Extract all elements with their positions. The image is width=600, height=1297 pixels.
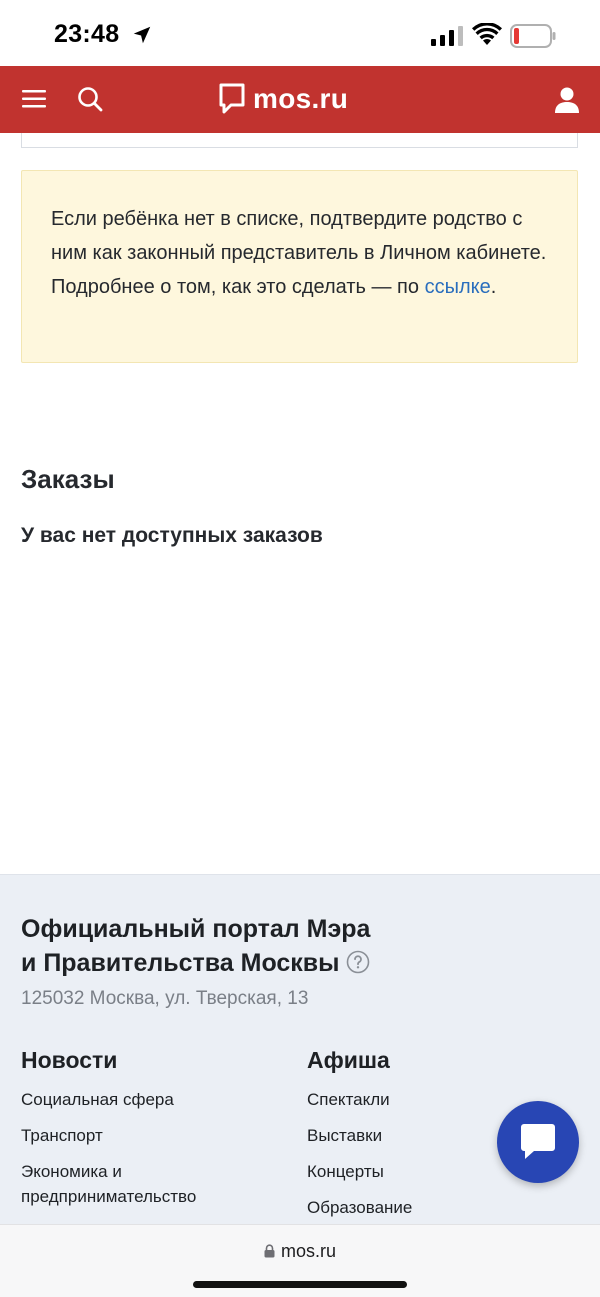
- news-heading[interactable]: Новости: [21, 1047, 291, 1074]
- status-time: 23:48: [54, 20, 120, 48]
- search-icon[interactable]: [76, 85, 104, 113]
- wifi-icon: [472, 23, 502, 45]
- address-bar[interactable]: mos.ru: [0, 1241, 600, 1262]
- status-bar: 23:48: [0, 0, 600, 66]
- url-text: mos.ru: [280, 1241, 336, 1261]
- notice-link[interactable]: ссылке: [425, 276, 491, 298]
- child-notice: Если ребёнка нет в списке, подтвердите р…: [21, 170, 578, 363]
- chat-bubble-logo-icon: [219, 83, 245, 114]
- news-link-transport[interactable]: Транспорт: [21, 1123, 291, 1148]
- help-question-icon[interactable]: [346, 950, 370, 974]
- footer-address: 125032 Москва, ул. Тверская, 13: [21, 988, 309, 1009]
- footer-afisha-column: Афиша Спектакли Выставки Концерты Образо…: [307, 1047, 507, 1231]
- site-header: mos.ru: [0, 66, 600, 133]
- orders-empty-message: У вас нет доступных заказов: [21, 524, 323, 547]
- user-icon[interactable]: [554, 86, 580, 114]
- browser-bottom-bar: mos.ru: [0, 1224, 600, 1297]
- afisha-link-exhibitions[interactable]: Выставки: [307, 1123, 507, 1148]
- battery-low-icon: [510, 24, 556, 48]
- notice-text-end: .: [490, 276, 497, 298]
- home-indicator: [193, 1281, 407, 1288]
- notice-text: Если ребёнка нет в списке, подтвердите р…: [51, 202, 547, 304]
- lock-icon: [264, 1244, 275, 1258]
- logo-text: mos.ru: [253, 83, 349, 114]
- site-logo[interactable]: mos.ru: [219, 80, 348, 118]
- chat-icon: [521, 1124, 555, 1159]
- footer-title: Официальный портал Мэра и Правительства …: [21, 912, 441, 980]
- afisha-heading[interactable]: Афиша: [307, 1047, 507, 1074]
- hamburger-menu-icon[interactable]: [20, 86, 48, 112]
- orders-title: Заказы: [21, 464, 115, 494]
- afisha-link-plays[interactable]: Спектакли: [307, 1087, 507, 1112]
- footer-news-column: Новости Социальная сфера Транспорт Эконо…: [21, 1047, 291, 1220]
- previous-card-bottom: [21, 133, 578, 148]
- footer-title-line1: Официальный портал Мэра: [21, 915, 371, 943]
- afisha-link-education[interactable]: Образование: [307, 1195, 507, 1220]
- location-arrow-icon: [133, 26, 151, 44]
- afisha-link-concerts[interactable]: Концерты: [307, 1159, 507, 1184]
- news-link-social[interactable]: Социальная сфера: [21, 1087, 291, 1112]
- cellular-signal-icon: [431, 26, 463, 46]
- chat-button[interactable]: [497, 1101, 579, 1183]
- news-link-economy[interactable]: Экономика и предпринимательство: [21, 1159, 291, 1209]
- footer-title-line2: и Правительства Москвы: [21, 949, 340, 977]
